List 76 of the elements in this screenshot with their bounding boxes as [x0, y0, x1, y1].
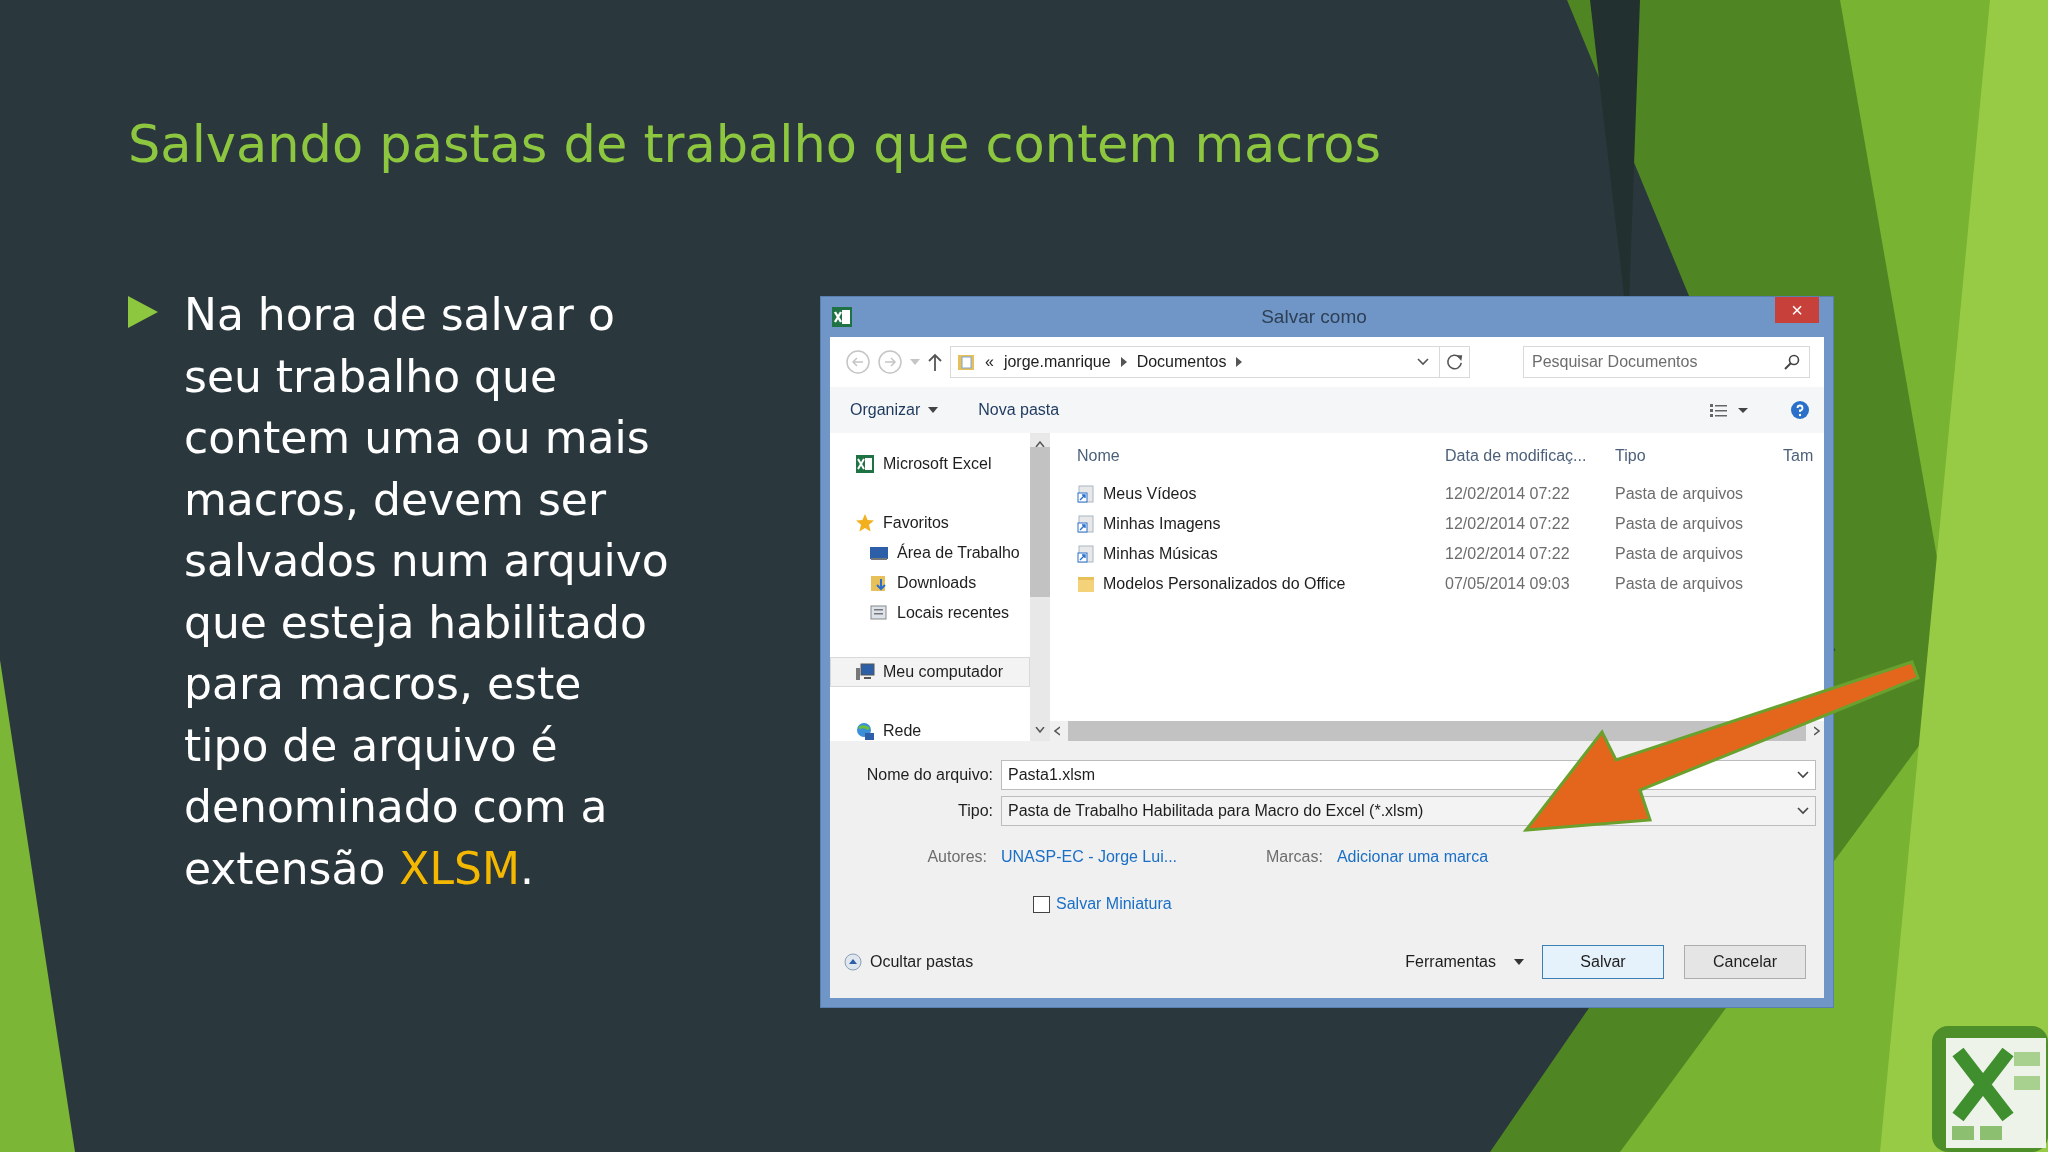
scroll-left-icon[interactable] [1054, 726, 1060, 736]
column-header[interactable]: Tam [1783, 444, 1814, 468]
field-label: Nome do arquivo: [865, 765, 994, 785]
file-type: Pasta de arquivos [1615, 574, 1745, 594]
column-header[interactable]: Data de modificaç... [1445, 444, 1615, 468]
shortcut-folder-icon [1077, 485, 1095, 503]
view-options-icon[interactable] [1710, 403, 1750, 417]
caret-icon [1514, 959, 1524, 965]
file-date: 12/02/2014 07:22 [1445, 514, 1571, 534]
address-bar[interactable]: « jorge.manrique Documentos [950, 346, 1470, 378]
slide-title: Salvando pastas de trabalho que contem macros [128, 114, 1382, 176]
file-name[interactable]: Meus Vídeos [1103, 482, 1197, 506]
bullet-text: Na hora de salvar o seu trabalho que contem uma ou mais macros, devem ser salvados num arquivo que esteja habilitado para macros, este tipo de arquivo é denominado com a extensão XLSM. [184, 288, 669, 896]
breadcrumb-prefix: « [985, 352, 994, 372]
new-folder-button[interactable]: Nova pasta [978, 398, 1060, 422]
file-type: Pasta de arquivos [1615, 544, 1745, 564]
caret-icon [928, 407, 939, 413]
shortcut-folder-icon [1077, 545, 1095, 563]
up-arrow-icon[interactable] [928, 353, 942, 371]
folder-icon [957, 352, 975, 372]
authors-link[interactable]: UNASP-EC - Jorge Lui... [1001, 845, 1266, 869]
checkbox[interactable] [1033, 895, 1050, 913]
field-label: Marcas: [1266, 847, 1323, 867]
file-type: Pasta de arquivos [1615, 514, 1745, 534]
download-folder-icon [869, 573, 889, 593]
nav-item[interactable]: Meu computador [830, 657, 1030, 687]
collapse-icon [844, 953, 862, 971]
nav-item[interactable]: Área de Trabalho [830, 538, 1030, 568]
file-date: 07/05/2014 09:03 [1445, 574, 1571, 594]
file-name[interactable]: Minhas Imagens [1103, 512, 1221, 536]
scrollbar-thumb[interactable] [1030, 447, 1050, 597]
chevron-icon [1120, 357, 1127, 367]
file-date: 12/02/2014 07:22 [1445, 544, 1571, 564]
file-type: Pasta de arquivos [1615, 484, 1745, 504]
window-title: Salvar como [1260, 304, 1368, 329]
shortcut-folder-icon [1077, 515, 1095, 533]
save-button[interactable]: Salvar [1542, 945, 1664, 979]
field-label: Tipo: [957, 801, 994, 821]
folder-icon [1077, 575, 1095, 593]
globe-icon [855, 721, 875, 741]
search-field[interactable]: Pesquisar Documentos [1523, 346, 1810, 378]
chevron-icon [1236, 357, 1243, 367]
nav-item[interactable]: Favoritos [830, 508, 1030, 538]
scroll-right-icon[interactable] [1814, 726, 1820, 736]
checkbox-label[interactable]: Salvar Miniatura [1056, 892, 1172, 916]
excel-icon [855, 454, 875, 474]
column-header[interactable]: Tipo [1615, 444, 1783, 468]
excel-icon [831, 306, 853, 328]
search-icon [1784, 354, 1800, 370]
file-name[interactable]: Minhas Músicas [1103, 542, 1218, 566]
breadcrumb-item[interactable]: Documentos [1136, 350, 1227, 374]
document-icon [869, 603, 889, 623]
nav-item[interactable]: Downloads [830, 568, 1030, 598]
column-header[interactable]: Nome [1077, 444, 1445, 468]
breadcrumb-item[interactable]: jorge.manrique [1003, 350, 1111, 374]
star-icon [855, 513, 875, 533]
field-label: Autores: [926, 847, 988, 867]
bullet-icon [128, 296, 158, 328]
dropdown-icon[interactable] [1417, 358, 1429, 366]
scroll-down-icon[interactable] [1035, 727, 1045, 733]
scroll-up-icon[interactable] [1035, 441, 1045, 447]
close-button[interactable]: × [1775, 297, 1819, 323]
file-date: 12/02/2014 07:22 [1445, 484, 1571, 504]
file-name[interactable]: Modelos Personalizados do Office [1103, 572, 1346, 596]
organize-menu[interactable]: Organizar [850, 398, 939, 422]
tools-menu[interactable]: Ferramentas [1405, 950, 1524, 974]
nav-item[interactable]: Rede [830, 716, 1030, 746]
add-tag-link[interactable]: Adicionar uma marca [1336, 845, 1489, 869]
computer-icon [855, 662, 875, 682]
dropdown-icon [1797, 771, 1809, 779]
nav-item[interactable]: Microsoft Excel [830, 449, 1030, 479]
cancel-button[interactable]: Cancelar [1684, 945, 1806, 979]
help-icon[interactable] [1790, 400, 1810, 420]
nav-item[interactable]: Locais recentes [830, 598, 1030, 628]
hide-folders-button[interactable]: Ocultar pastas [844, 950, 974, 974]
dropdown-icon [1797, 807, 1809, 815]
